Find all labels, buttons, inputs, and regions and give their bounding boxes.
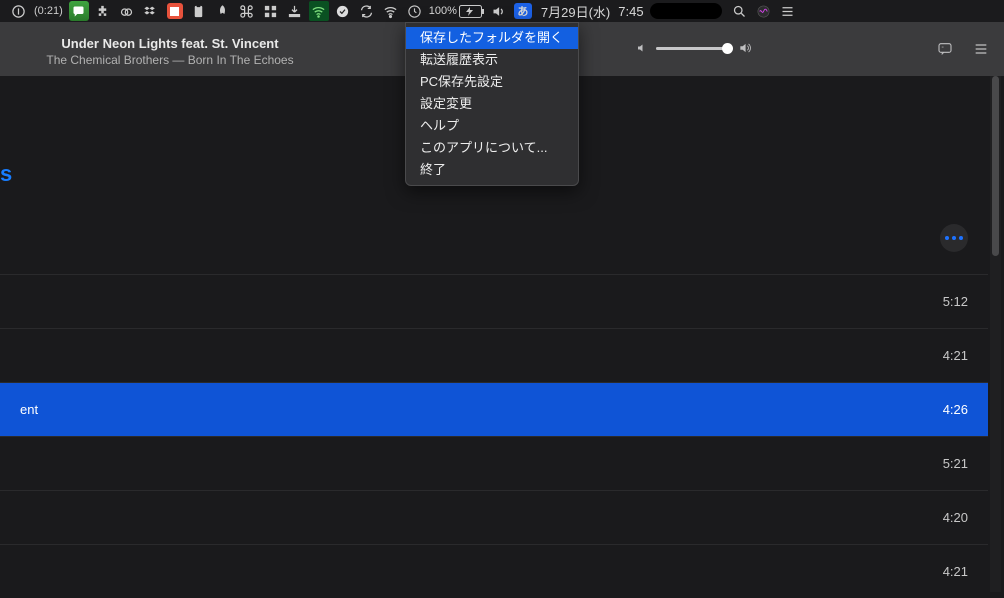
track-row[interactable]: 5:12 xyxy=(0,274,988,328)
volume-menu-icon[interactable] xyxy=(489,1,509,21)
download-icon[interactable] xyxy=(285,1,305,21)
wifi-transfer-app-icon[interactable] xyxy=(309,1,329,21)
clipboard-icon[interactable] xyxy=(189,1,209,21)
track-row[interactable]: 4:20 xyxy=(0,490,988,544)
track-list: 5:12 4:21 ent 4:26 5:21 4:20 4:21 xyxy=(0,274,988,598)
wifi-icon[interactable] xyxy=(381,1,401,21)
creative-cloud-icon[interactable] xyxy=(117,1,137,21)
track-duration: 4:21 xyxy=(943,564,968,579)
battery-percent-label: 100% xyxy=(429,5,457,17)
dropdown-item-open-folder[interactable]: 保存したフォルダを開く xyxy=(406,27,578,49)
orange-app-icon[interactable] xyxy=(165,1,185,21)
redacted-area xyxy=(650,3,722,19)
track-duration: 4:26 xyxy=(943,402,968,417)
dropdown-item-about[interactable]: このアプリについて... xyxy=(406,137,578,159)
track-row[interactable]: 4:21 xyxy=(0,544,988,598)
volume-slider-track[interactable] xyxy=(656,47,730,50)
now-playing-subtitle: The Chemical Brothers — Born In The Echo… xyxy=(0,53,340,69)
menubar-dropdown: 保存したフォルダを開く 転送履歴表示 PC保存先設定 設定変更 ヘルプ このアプ… xyxy=(405,22,579,186)
volume-control[interactable] xyxy=(636,41,752,55)
japanese-input-icon[interactable]: あ xyxy=(513,1,533,21)
now-playing-title: Under Neon Lights feat. St. Vincent xyxy=(0,36,340,53)
vertical-scrollbar[interactable] xyxy=(990,76,1001,592)
track-duration: 4:20 xyxy=(943,510,968,525)
track-duration: 4:21 xyxy=(943,348,968,363)
puzzle-icon[interactable] xyxy=(93,1,113,21)
queue-button[interactable] xyxy=(972,41,990,62)
check-circle-icon[interactable] xyxy=(333,1,353,21)
now-playing-display[interactable]: Under Neon Lights feat. St. Vincent The … xyxy=(0,30,340,68)
scrollbar-thumb[interactable] xyxy=(992,76,999,256)
track-duration: 5:12 xyxy=(943,294,968,309)
menu-extra-app-icon[interactable] xyxy=(8,1,28,21)
dropdown-item-history[interactable]: 転送履歴表示 xyxy=(406,49,578,71)
dropbox-icon[interactable] xyxy=(141,1,161,21)
volume-low-icon xyxy=(636,42,648,54)
macos-menubar: (0:21) 100% xyxy=(0,0,1004,22)
menubar-date[interactable]: 7月29日(水) xyxy=(541,2,610,21)
time-machine-icon[interactable] xyxy=(405,1,425,21)
command-icon[interactable] xyxy=(237,1,257,21)
lyrics-button[interactable]: " xyxy=(936,41,954,62)
track-title: ent xyxy=(20,402,943,417)
spotlight-icon[interactable] xyxy=(730,1,750,21)
dropdown-item-help[interactable]: ヘルプ xyxy=(406,115,578,137)
line-app-icon[interactable] xyxy=(69,1,89,21)
sync-icon[interactable] xyxy=(357,1,377,21)
dropdown-item-quit[interactable]: 終了 xyxy=(406,159,578,181)
dropdown-item-settings[interactable]: 設定変更 xyxy=(406,93,578,115)
battery-status[interactable]: 100% xyxy=(429,5,485,18)
timer-label: (0:21) xyxy=(30,5,67,17)
notification-center-icon[interactable] xyxy=(778,1,798,21)
volume-high-icon xyxy=(738,41,752,55)
track-row[interactable]: 4:21 xyxy=(0,328,988,382)
dropdown-item-save-location[interactable]: PC保存先設定 xyxy=(406,71,578,93)
svg-text:": " xyxy=(942,46,944,52)
track-row[interactable]: 5:21 xyxy=(0,436,988,490)
track-duration: 5:21 xyxy=(943,456,968,471)
volume-slider-fill xyxy=(656,47,723,50)
album-header-fragment: s xyxy=(0,161,12,187)
volume-slider-knob[interactable] xyxy=(722,43,733,54)
rocket-icon[interactable] xyxy=(213,1,233,21)
more-actions-button[interactable] xyxy=(940,224,968,252)
grid-icon[interactable] xyxy=(261,1,281,21)
track-row-selected[interactable]: ent 4:26 xyxy=(0,382,988,436)
menubar-time[interactable]: 7:45 xyxy=(618,4,643,19)
siri-icon[interactable] xyxy=(754,1,774,21)
